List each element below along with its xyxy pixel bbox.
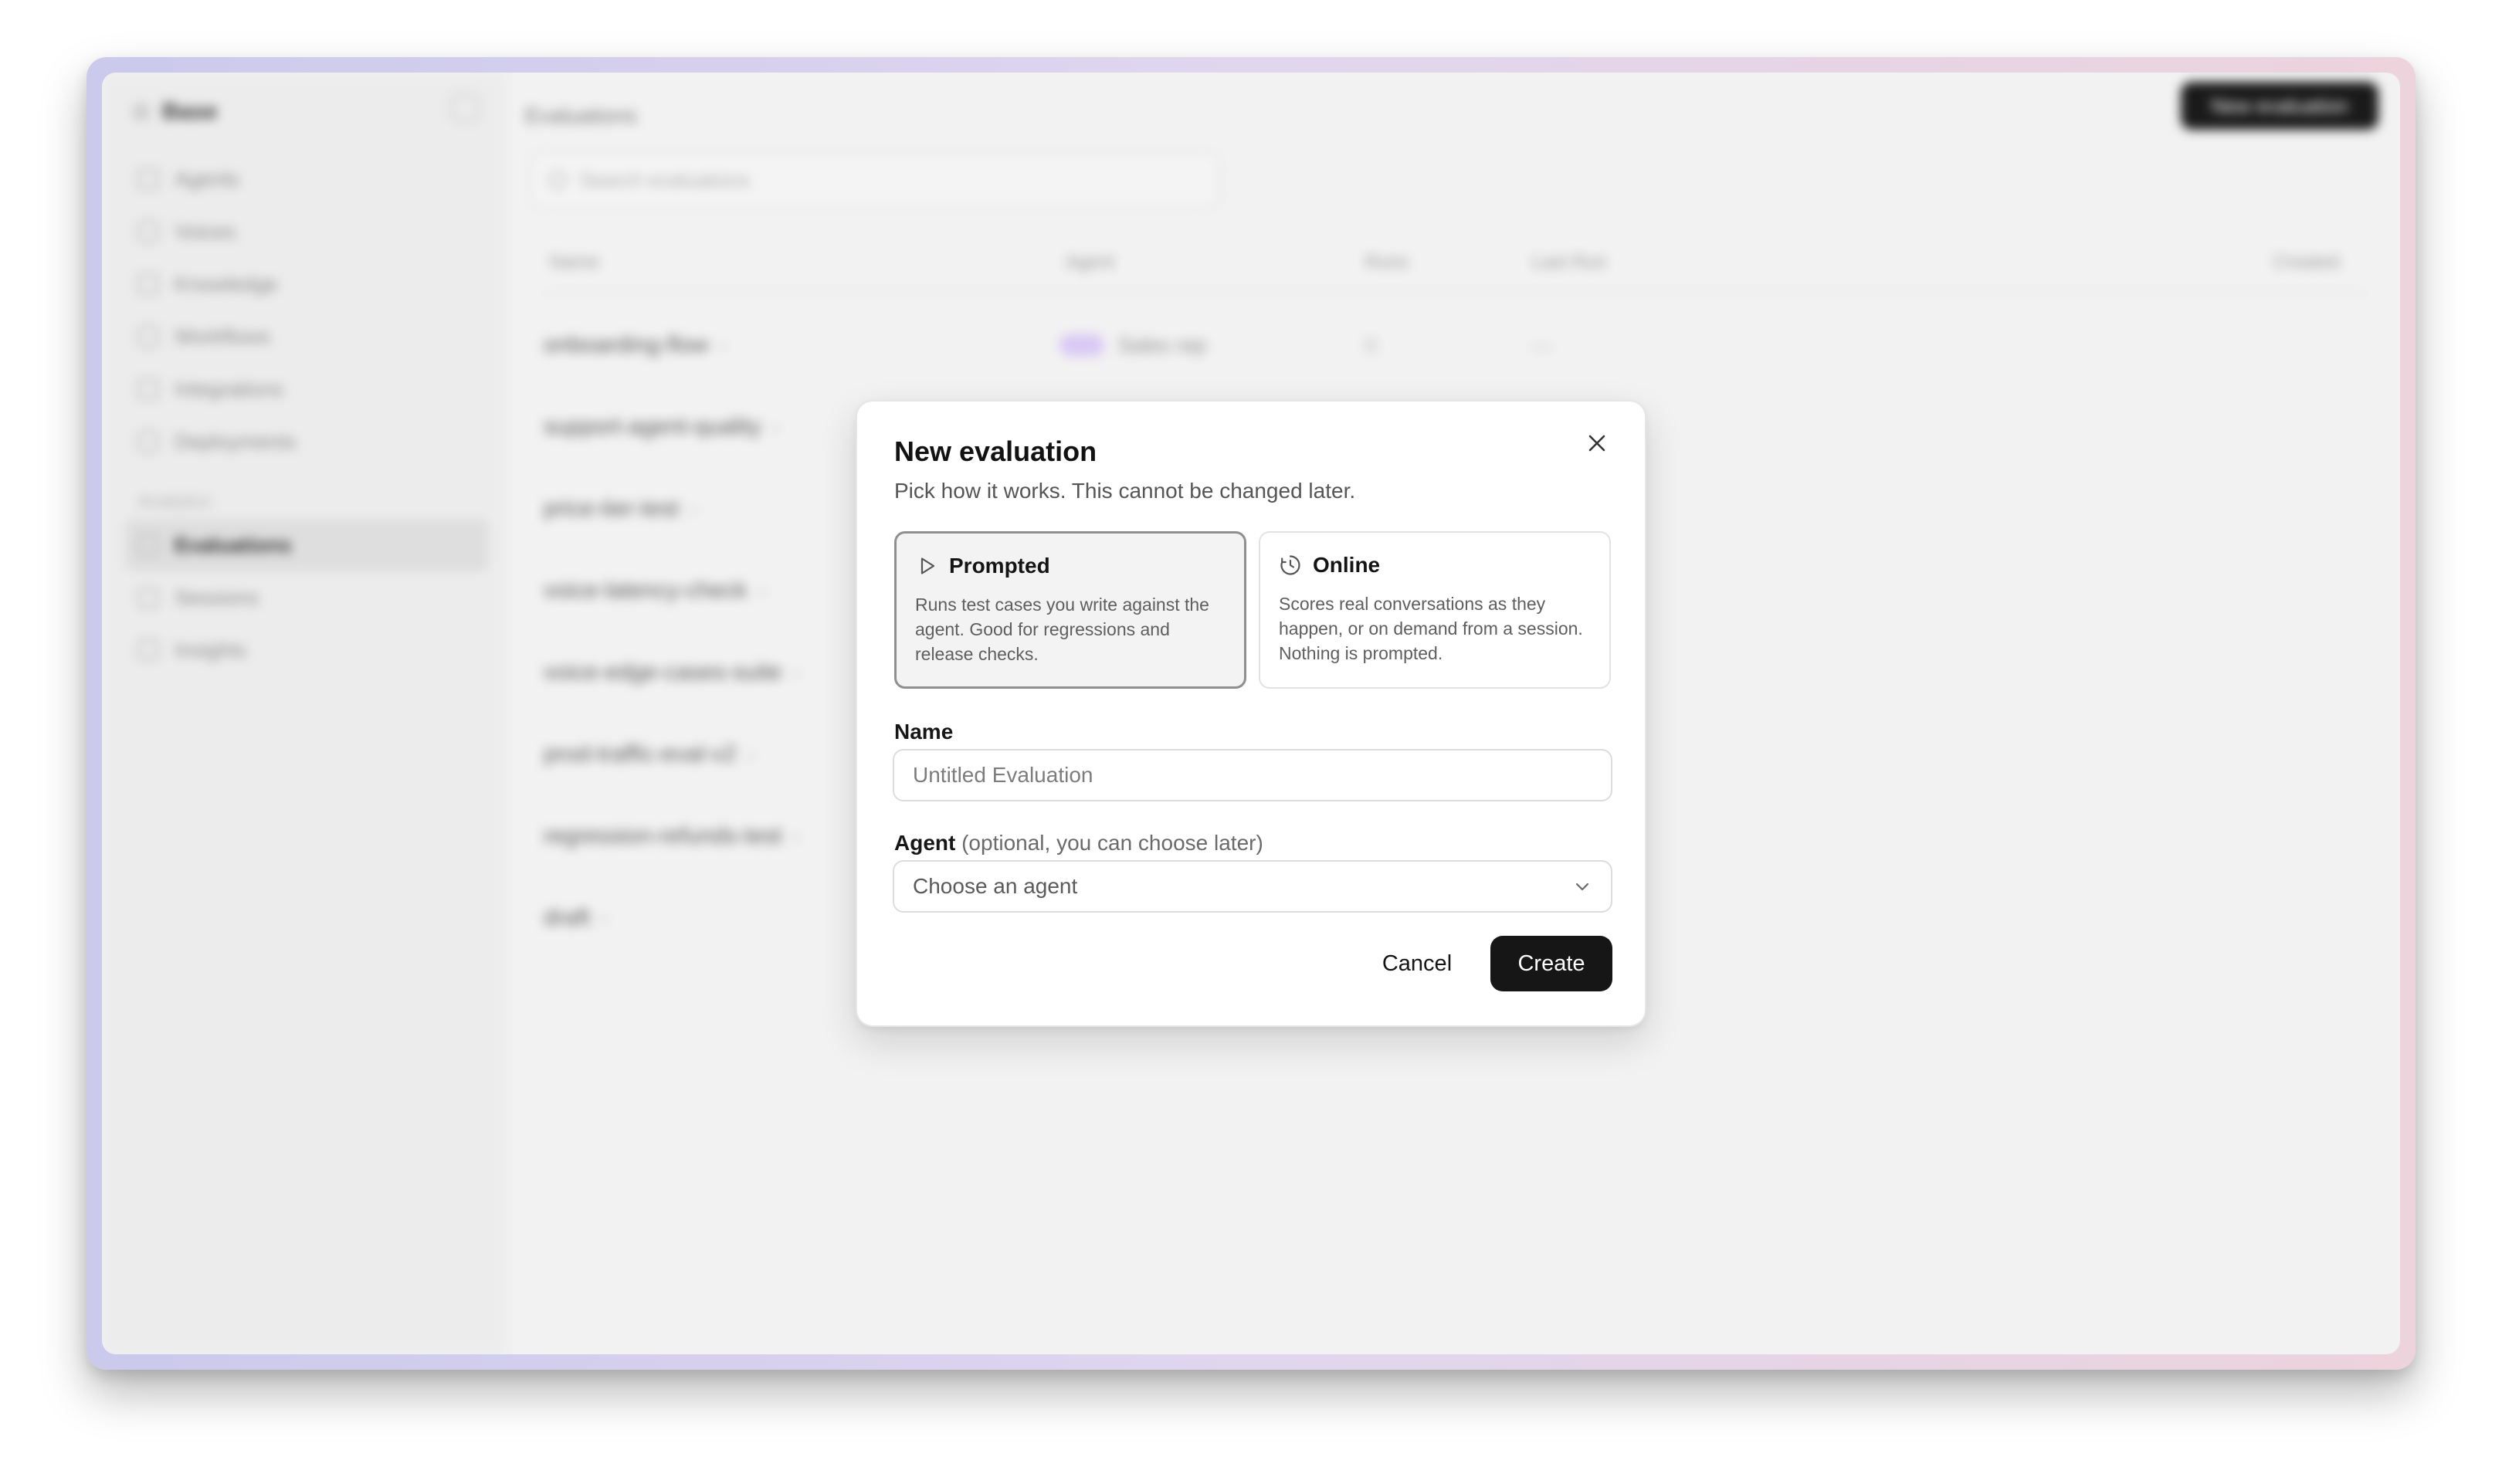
name-input[interactable] — [893, 749, 1612, 801]
option-description: Runs test cases you write against the ag… — [915, 595, 1209, 664]
sidebar-item[interactable]: Deployments — [125, 415, 488, 468]
option-title: Prompted — [949, 554, 1050, 578]
chevron-right-icon: › — [792, 660, 800, 684]
sidebar-item-label: Sessions — [175, 585, 259, 609]
agent-label-text: Agent — [894, 831, 956, 855]
search-input[interactable]: Search evaluations — [531, 153, 1219, 207]
row-name: voice-latency-check — [544, 578, 748, 603]
sidebar: Base Agents Voices Knowledge Workflows I… — [102, 73, 503, 1354]
search-placeholder: Search evaluations — [579, 168, 751, 191]
row-name: draft — [544, 905, 591, 930]
nav-icon — [137, 273, 159, 295]
nav-icon — [137, 168, 159, 190]
agent-select[interactable]: Choose an agent — [893, 860, 1612, 913]
row-last-run: — — [1532, 333, 1552, 357]
chevron-right-icon: › — [601, 906, 608, 930]
column-header-agent[interactable]: Agent — [1066, 252, 1114, 273]
row-name: regression-refunds-test — [544, 823, 782, 849]
page-title: Evaluations — [525, 103, 637, 127]
sidebar-item[interactable]: Knowledge — [125, 258, 488, 310]
play-icon — [915, 554, 938, 578]
agent-select-value: Choose an agent — [913, 874, 1078, 898]
sidebar-item[interactable]: Workflows — [125, 310, 488, 363]
option-title: Online — [1313, 553, 1381, 577]
new-evaluation-dialog: New evaluation Pick how it works. This c… — [856, 400, 1646, 1027]
column-header-name[interactable]: Name — [550, 252, 599, 273]
sidebar-item-evaluations[interactable]: Evaluations — [125, 519, 488, 571]
dialog-subtitle: Pick how it works. This cannot be change… — [894, 479, 1356, 503]
chevron-right-icon: › — [792, 824, 800, 848]
agent-label: Agent (optional, you can choose later) — [894, 831, 1263, 856]
chevron-right-icon: › — [690, 496, 697, 520]
sidebar-nav: Agents Voices Knowledge Workflows Integr… — [125, 153, 488, 676]
nav-icon — [137, 639, 159, 661]
row-name: price-tier-test — [544, 496, 680, 521]
new-evaluation-button[interactable]: New evaluation — [2181, 82, 2378, 130]
row-name: prod-traffic-eval-v2 — [544, 741, 737, 767]
table-row[interactable]: onboarding-flow › Sales rep 0 — — [544, 304, 2366, 386]
agent-avatar — [1059, 334, 1104, 356]
sidebar-item[interactable]: Sessions — [125, 571, 488, 624]
workspace-switcher[interactable]: Base — [133, 99, 218, 125]
chevron-right-icon: › — [747, 742, 754, 766]
chevron-right-icon: › — [758, 578, 765, 602]
close-icon — [1588, 435, 1605, 452]
cancel-button[interactable]: Cancel — [1367, 936, 1467, 991]
nav-icon — [137, 534, 159, 556]
sidebar-item-label: Insights — [175, 638, 247, 662]
workspace-name: Base — [162, 99, 218, 124]
sidebar-item[interactable]: Voices — [125, 205, 488, 258]
row-name: onboarding-flow — [544, 332, 709, 357]
search-icon — [548, 171, 567, 189]
live-clock-icon — [1279, 554, 1302, 577]
sidebar-item-label: Deployments — [175, 429, 297, 453]
nav-icon — [137, 378, 159, 400]
option-prompted[interactable]: Prompted Runs test cases you write again… — [894, 531, 1246, 689]
table-header: Name Agent Runs Last Run Created — [544, 252, 2366, 293]
sidebar-section-label: Analytics — [137, 491, 212, 512]
row-name: support-agent-quality — [544, 414, 761, 439]
chevron-right-icon: › — [771, 415, 779, 439]
sidebar-item-label: Agents — [175, 167, 240, 191]
sidebar-item[interactable]: Integrations — [125, 363, 488, 415]
row-name: voice-edge-cases-suite — [544, 659, 782, 685]
option-online[interactable]: Online Scores real conversations as they… — [1259, 531, 1611, 689]
workspace-logo-icon — [133, 103, 150, 120]
sidebar-item-label: Integrations — [175, 377, 284, 401]
agent-label-hint: (optional, you can choose later) — [961, 831, 1263, 855]
row-runs: 0 — [1365, 333, 1377, 357]
sidebar-item-label: Evaluations — [175, 533, 292, 557]
column-header-created[interactable]: Created — [2273, 252, 2339, 273]
row-agent: Sales rep — [1118, 333, 1207, 357]
sidebar-item-label: Workflows — [175, 324, 271, 348]
sidebar-item-label: Knowledge — [175, 272, 278, 296]
nav-icon — [137, 587, 159, 608]
column-header-last-run[interactable]: Last Run — [1532, 252, 1606, 273]
nav-icon — [137, 431, 159, 452]
sidebar-item[interactable]: Insights — [125, 624, 488, 676]
name-label: Name — [894, 720, 954, 744]
chevron-down-icon — [1575, 883, 1589, 891]
sidebar-item-label: Voices — [175, 219, 236, 243]
create-button[interactable]: Create — [1490, 936, 1612, 991]
sidebar-item[interactable]: Agents — [125, 153, 488, 205]
nav-icon — [137, 326, 159, 347]
nav-icon — [137, 221, 159, 242]
dialog-title: New evaluation — [894, 435, 1097, 467]
option-description: Scores real conversations as they happen… — [1279, 594, 1583, 663]
collapse-sidebar-icon[interactable] — [451, 94, 479, 122]
chevron-right-icon: › — [719, 333, 727, 357]
column-header-runs[interactable]: Runs — [1365, 252, 1409, 273]
close-button[interactable] — [1577, 423, 1617, 463]
